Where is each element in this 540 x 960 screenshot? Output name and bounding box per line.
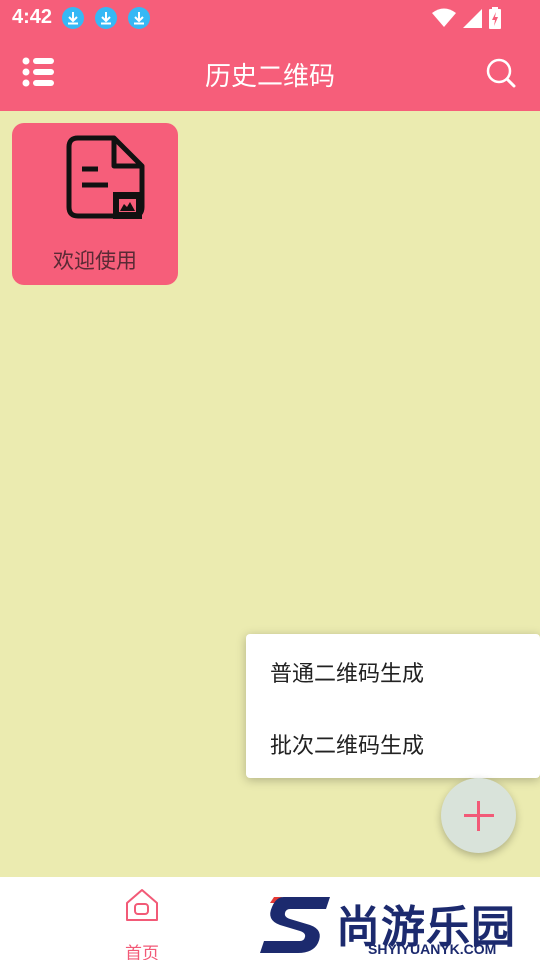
page-title: 历史二维码	[204, 62, 335, 92]
download-notification-icon	[128, 7, 150, 29]
watermark-logo: 尚游乐园 SHYIYUANYK.COM	[260, 889, 540, 957]
add-fab-button[interactable]	[441, 778, 516, 853]
download-notification-icon	[95, 7, 117, 29]
status-time: 4:42	[12, 6, 53, 28]
create-qrcode-menu: 普通二维码生成 批次二维码生成	[246, 634, 540, 778]
cell-signal-icon	[463, 9, 482, 28]
watermark-s-logo	[260, 897, 330, 953]
wifi-icon	[432, 8, 456, 27]
watermark-url: SHYIYUANYK.COM	[368, 941, 497, 957]
home-icon	[126, 889, 158, 921]
nav-tab-home-label: 首页	[125, 944, 159, 960]
qrcode-history-card[interactable]: 欢迎使用	[12, 123, 178, 285]
menu-item-batch-qrcode[interactable]: 批次二维码生成	[270, 728, 424, 760]
download-notification-icon	[62, 7, 84, 29]
bottom-navigation: 首页 尚游乐园 SHYIYUANYK.COM	[0, 877, 540, 960]
battery-icon	[489, 7, 501, 29]
card-label: 欢迎使用	[53, 249, 137, 273]
search-icon[interactable]	[486, 58, 516, 88]
nav-tab-home[interactable]: 首页	[112, 887, 172, 960]
app-bar: 历史二维码	[0, 36, 540, 111]
status-bar: 4:42	[0, 0, 540, 36]
document-image-icon	[66, 135, 145, 219]
menu-item-normal-qrcode[interactable]: 普通二维码生成	[270, 656, 424, 688]
status-icons	[432, 6, 502, 30]
